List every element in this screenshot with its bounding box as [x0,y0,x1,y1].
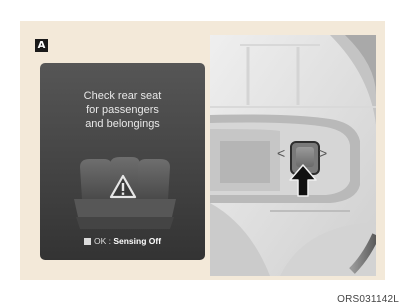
panel-a-label: A [35,39,48,52]
sensing-off-label: Sensing Off [113,236,162,246]
press-arrow-icon [289,164,317,197]
ok-label: OK : [93,236,114,246]
rear-seat-message: Check rear seat for passengers and belon… [83,90,162,130]
status-row: OK : Sensing Off [40,236,205,246]
warning-triangle-icon [109,174,137,199]
steering-wheel-view: < > [210,35,376,276]
cluster-display: Check rear seat for passengers and belon… [40,63,205,260]
right-arrow-indicator: > [319,145,328,161]
ok-button-glyph [83,238,91,245]
left-arrow-indicator: < [277,145,286,161]
figure-code: ORS031142L [337,294,399,305]
